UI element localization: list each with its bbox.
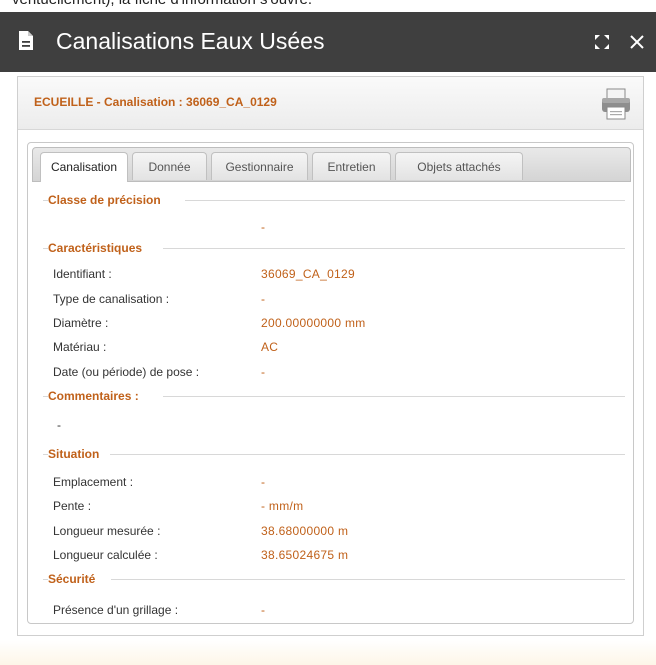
tab-donnee[interactable]: Donnée (132, 152, 207, 180)
tab-canalisation[interactable]: Canalisation (40, 152, 128, 182)
value-emplacement: - (261, 475, 266, 489)
section-divider (111, 579, 625, 580)
label-date-pose: Date (ou période) de pose : (53, 365, 200, 379)
document-icon (19, 31, 33, 50)
value-grillage: - (261, 603, 266, 617)
section-divider (163, 396, 625, 397)
section-title-caracteristiques: Caractéristiques (48, 241, 143, 255)
section-title-situation: Situation (48, 447, 100, 461)
background-document-text: ventuellement), la fiche d'information s… (0, 0, 656, 12)
value-longueur-calculee: 38.65024675 m (261, 548, 349, 562)
label-diametre: Diamètre : (53, 316, 109, 330)
window-titlebar: Canalisations Eaux Usées (0, 12, 656, 72)
value-diametre: 200.00000000 mm (261, 316, 366, 330)
value-classe: - (261, 220, 266, 234)
expand-icon[interactable] (594, 34, 610, 50)
value-identifiant: 36069_CA_0129 (261, 267, 355, 281)
tab-container: Canalisation Donnée Gestionnaire Entreti… (27, 142, 634, 624)
value-materiau: AC (261, 340, 279, 354)
label-identifiant: Identifiant : (53, 267, 112, 281)
section-title-securite: Sécurité (48, 572, 96, 586)
panel-header: ECUEILLE - Canalisation : 36069_CA_0129 (18, 77, 643, 130)
section-divider (163, 248, 625, 249)
label-emplacement: Emplacement : (53, 475, 134, 489)
window-title: Canalisations Eaux Usées (56, 28, 325, 54)
label-longueur-mesuree: Longueur mesurée : (53, 524, 161, 538)
value-commentaires: - (57, 418, 61, 432)
label-materiau: Matériau : (53, 340, 107, 354)
label-type-canalisation: Type de canalisation : (53, 292, 170, 306)
tab-objets-attaches[interactable]: Objets attachés (395, 152, 523, 180)
section-title-classe: Classe de précision (48, 193, 161, 207)
background-map (0, 640, 656, 665)
label-grillage: Présence d'un grillage : (53, 603, 179, 617)
value-longueur-mesuree: 38.68000000 m (261, 524, 349, 538)
tab-entretien[interactable]: Entretien (312, 152, 391, 180)
label-pente: Pente : (53, 499, 92, 513)
info-panel: ECUEILLE - Canalisation : 36069_CA_0129 … (17, 76, 644, 636)
tab-gestionnaire[interactable]: Gestionnaire (211, 152, 308, 180)
value-pente: - mm/m (261, 499, 304, 513)
label-longueur-calculee: Longueur calculée : (53, 548, 158, 562)
print-icon[interactable] (600, 87, 632, 121)
value-type-canalisation: - (261, 292, 266, 306)
section-title-commentaires: Commentaires : (48, 389, 139, 403)
section-divider (110, 454, 625, 455)
section-divider (185, 200, 625, 201)
close-icon[interactable] (628, 33, 646, 51)
panel-title: ECUEILLE - Canalisation : 36069_CA_0129 (34, 95, 277, 109)
value-date-pose: - (261, 365, 266, 379)
tab-bar: Canalisation Donnée Gestionnaire Entreti… (32, 147, 631, 182)
